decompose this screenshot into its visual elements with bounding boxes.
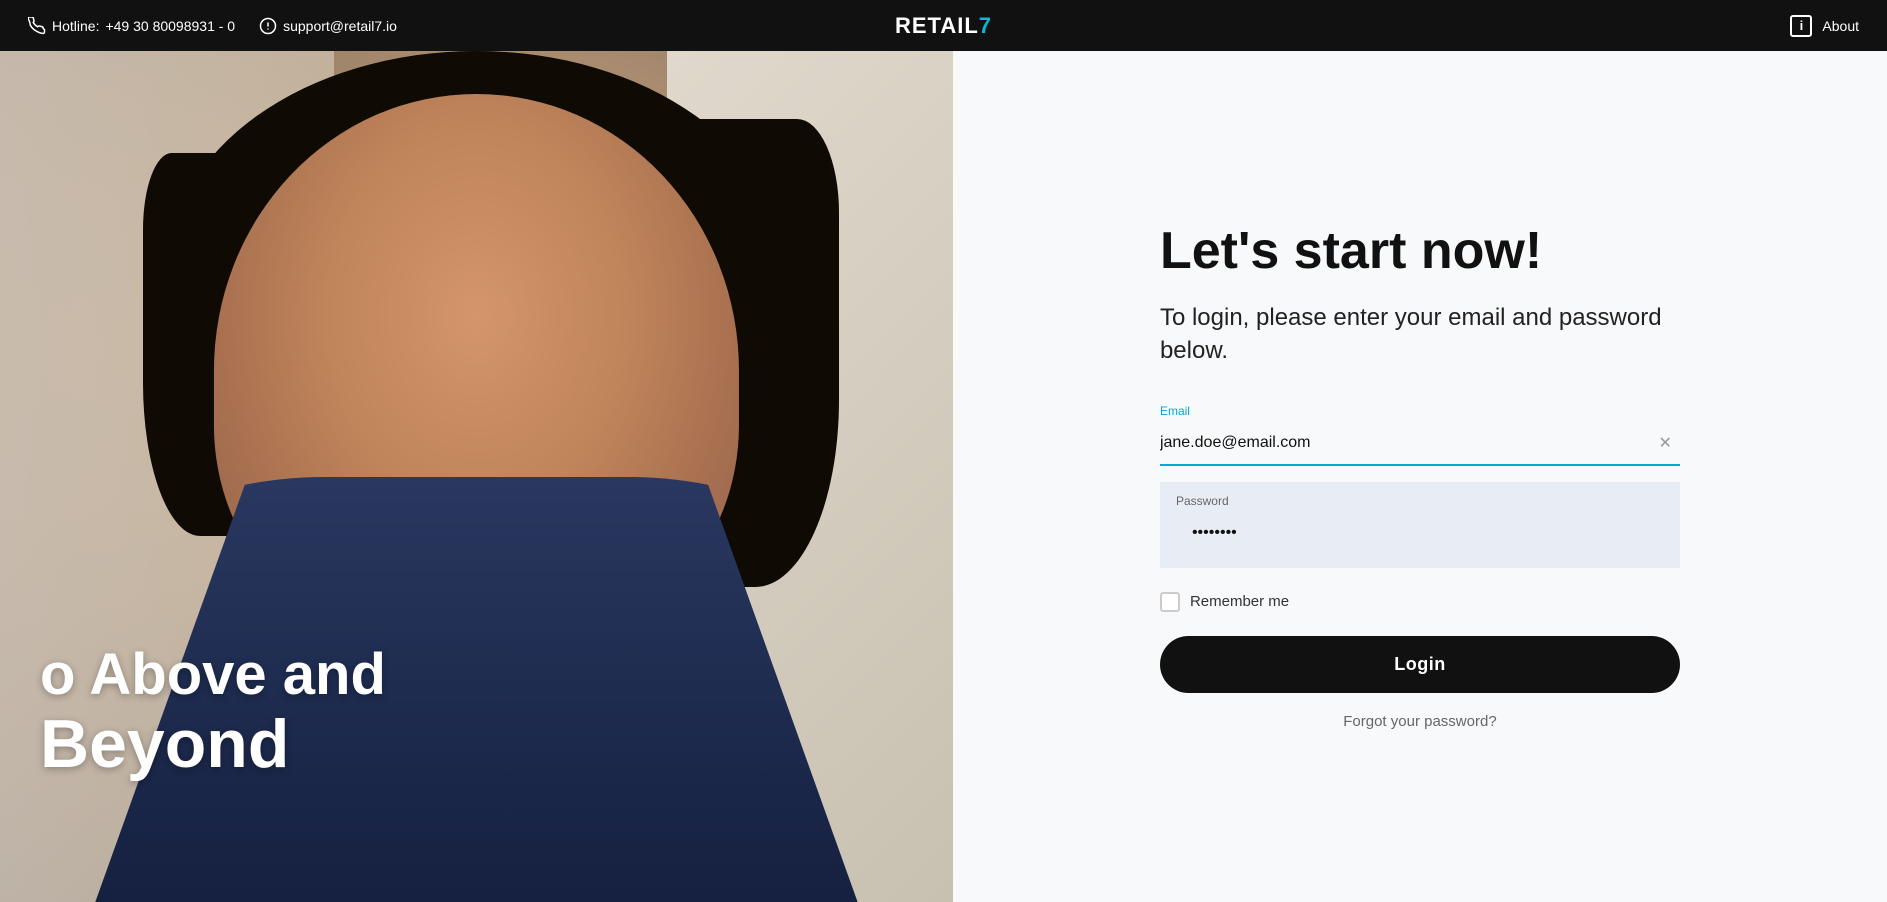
hero-line1: o Above and bbox=[40, 643, 386, 707]
support-email-link[interactable]: support@retail7.io bbox=[259, 17, 397, 35]
email-wrapper: ✕ bbox=[1160, 422, 1680, 466]
login-box: Let's start now! To login, please enter … bbox=[1160, 223, 1680, 729]
login-title: Let's start now! bbox=[1160, 223, 1680, 280]
brand-logo: RETAIL7 bbox=[895, 13, 992, 38]
password-field-group: Password bbox=[1160, 482, 1680, 568]
email-icon bbox=[259, 17, 277, 35]
remember-label[interactable]: Remember me bbox=[1190, 593, 1289, 610]
navbar-left: Hotline: +49 30 80098931 - 0 support@ret… bbox=[28, 17, 397, 35]
email-label: Email bbox=[1160, 404, 1680, 418]
hotline-label: Hotline: bbox=[52, 18, 99, 34]
hotline-number: +49 30 80098931 - 0 bbox=[105, 18, 235, 34]
email-input[interactable] bbox=[1160, 422, 1680, 466]
logo-accent: 7 bbox=[979, 13, 992, 38]
forgot-password-link[interactable]: Forgot your password? bbox=[1160, 713, 1680, 730]
hero-line2: Beyond bbox=[40, 707, 386, 782]
remember-checkbox[interactable] bbox=[1160, 592, 1180, 612]
page-content: o Above and Beyond Let's start now! To l… bbox=[0, 0, 1887, 902]
email-field-group: Email ✕ bbox=[1160, 404, 1680, 466]
password-container: Password bbox=[1160, 482, 1680, 568]
email-clear-button[interactable]: ✕ bbox=[1659, 436, 1672, 452]
password-wrapper bbox=[1176, 512, 1664, 554]
logo-area: RETAIL7 bbox=[895, 13, 992, 39]
hero-text: o Above and Beyond bbox=[40, 643, 386, 782]
password-input[interactable] bbox=[1176, 512, 1664, 554]
hero-panel: o Above and Beyond bbox=[0, 51, 953, 902]
remember-row: Remember me bbox=[1160, 592, 1680, 612]
logo-text: RETAIL bbox=[895, 13, 979, 38]
about-link[interactable]: About bbox=[1822, 18, 1859, 34]
support-email: support@retail7.io bbox=[283, 18, 397, 34]
hotline: Hotline: +49 30 80098931 - 0 bbox=[28, 17, 235, 35]
phone-icon bbox=[28, 17, 46, 35]
hero-image: o Above and Beyond bbox=[0, 51, 953, 902]
login-subtitle: To login, please enter your email and pa… bbox=[1160, 301, 1680, 368]
password-label: Password bbox=[1176, 494, 1664, 508]
navbar-right: i About bbox=[1790, 15, 1859, 37]
login-panel: Let's start now! To login, please enter … bbox=[953, 51, 1887, 902]
navbar: Hotline: +49 30 80098931 - 0 support@ret… bbox=[0, 0, 1887, 51]
info-icon[interactable]: i bbox=[1790, 15, 1812, 37]
login-button[interactable]: Login bbox=[1160, 636, 1680, 693]
